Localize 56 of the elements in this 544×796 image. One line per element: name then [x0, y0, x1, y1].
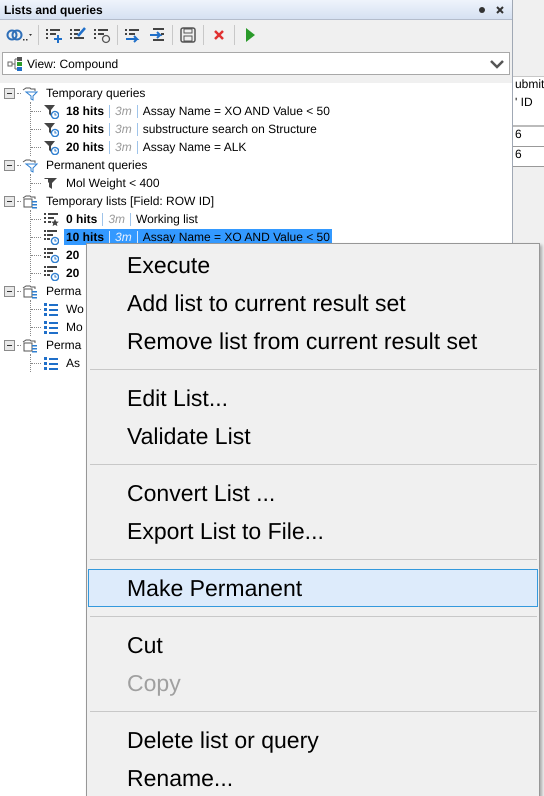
folder-list-icon [22, 337, 38, 353]
tree-item[interactable]: Wo [64, 301, 86, 317]
menu-item[interactable]: Export List to File... [88, 512, 538, 550]
close-icon[interactable] [494, 4, 506, 16]
tree-item[interactable]: 20 [64, 247, 82, 263]
tree-item[interactable]: 0 hits 3m Working list [64, 211, 200, 227]
view-dropdown[interactable]: View: Compound [2, 52, 510, 75]
menu-item[interactable]: Rename... [88, 759, 538, 796]
collapse-toggle[interactable] [4, 340, 15, 350]
list-clock-icon [43, 229, 59, 245]
tree-group-label[interactable]: Perma [46, 338, 82, 352]
funnel-clock-icon [43, 121, 59, 137]
tree-item[interactable]: 20 [64, 265, 82, 281]
menu-item[interactable]: Convert List ... [88, 474, 538, 512]
menu-item[interactable]: Edit List... [88, 379, 538, 417]
table-cell: 6 [513, 127, 544, 147]
menu-item[interactable]: Remove list from current result set [88, 322, 538, 360]
hierarchy-icon [7, 56, 23, 72]
collapse-toggle[interactable] [4, 88, 15, 98]
tree-group-label[interactable]: Permanent queries [46, 158, 148, 172]
collapse-toggle[interactable] [4, 160, 15, 170]
folder-funnel-icon [22, 157, 38, 173]
table-cell: 6 [513, 147, 544, 167]
menu-item[interactable]: Make Permanent [88, 569, 538, 607]
funnel-clock-icon [43, 103, 59, 119]
tree-item[interactable]: Mo [64, 319, 85, 335]
funnel-icon [43, 175, 59, 191]
panel-title: Lists and queries [4, 2, 104, 16]
menu-item[interactable]: Validate List [88, 417, 538, 455]
tree-item[interactable]: As [64, 355, 82, 371]
list-clock-icon [43, 265, 59, 281]
list-clock-icon [43, 247, 59, 263]
collapse-toggle[interactable] [4, 286, 15, 296]
list-arrow-icon[interactable] [148, 26, 166, 44]
tree-item[interactable]: 20 hits 3m Assay Name = ALK [64, 139, 248, 155]
list-icon [43, 355, 59, 371]
tree-item[interactable]: Mol Weight < 400 [64, 175, 162, 191]
list-star-icon [43, 211, 59, 227]
folder-list-icon [22, 193, 38, 209]
tree-group-label[interactable]: Perma [46, 284, 82, 298]
menu-item[interactable]: Execute [88, 246, 538, 284]
folder-list-icon [22, 283, 38, 299]
menu-item[interactable]: Cut [88, 626, 538, 664]
tree-group-label[interactable]: Temporary lists [Field: ROW ID] [46, 194, 214, 208]
tree-group-label[interactable]: Temporary queries [46, 86, 146, 100]
save-icon[interactable] [179, 26, 197, 44]
funnel-clock-icon [43, 139, 59, 155]
list-icon [43, 301, 59, 317]
menu-item[interactable]: Delete list or query [88, 721, 538, 759]
tree-item[interactable]: 20 hits 3m substructure search on Structure [64, 121, 319, 137]
list-icon [43, 319, 59, 335]
collapse-toggle[interactable] [4, 196, 15, 206]
menu-item[interactable]: Add list to current result set [88, 284, 538, 322]
column-subheader: ' ID [513, 95, 544, 127]
column-header: ubmit [513, 76, 544, 95]
tree-item[interactable]: 18 hits 3m Assay Name = XO AND Value < 50 [64, 103, 332, 119]
